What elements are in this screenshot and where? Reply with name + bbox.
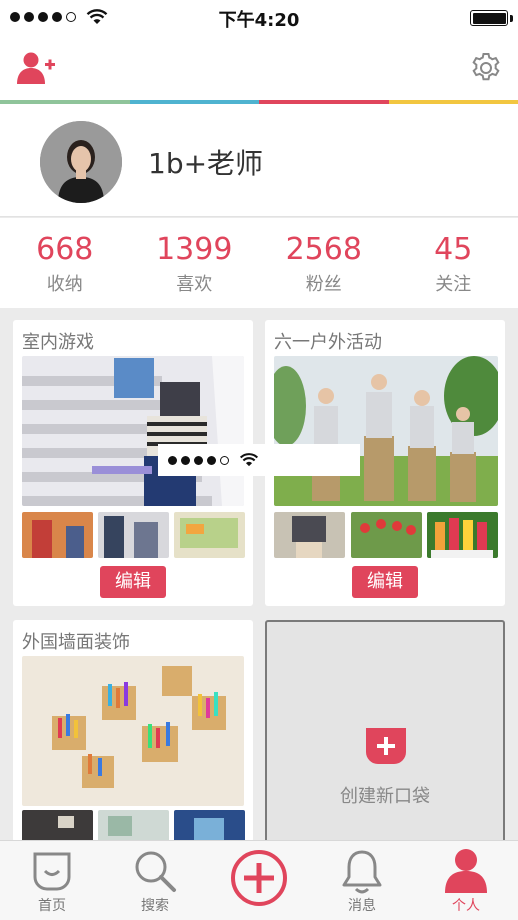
profile-section: 1b+老师 (0, 104, 518, 217)
person-icon (445, 849, 487, 893)
add-bag-icon (366, 728, 406, 764)
profile-page: 下午4:20 1b+老师 668 收纳 1399 喜欢 2568 粉丝 45 关… (0, 0, 518, 920)
stat-collections[interactable]: 668 收纳 (0, 218, 130, 308)
tab-messages[interactable]: 消息 (310, 841, 414, 920)
edit-button[interactable]: 编辑 (352, 566, 418, 598)
stat-likes[interactable]: 1399 喜欢 (130, 218, 260, 308)
stat-value: 2568 (285, 232, 362, 267)
board-cover-image[interactable] (22, 656, 244, 806)
add-user-icon[interactable] (16, 51, 56, 85)
board-title: 室内游戏 (22, 332, 94, 353)
board-cover-image[interactable] (274, 356, 498, 506)
board-thumbnail[interactable] (22, 512, 93, 558)
wifi-icon (239, 453, 259, 467)
board-cover-image[interactable] (22, 356, 244, 506)
create-new-bag-label: 创建新口袋 (340, 786, 430, 807)
stat-label: 粉丝 (305, 274, 342, 295)
stat-following[interactable]: 45 关注 (389, 218, 518, 308)
stat-label: 关注 (435, 274, 472, 295)
stat-value: 45 (434, 232, 473, 267)
board-thumbnail[interactable] (174, 512, 245, 558)
stat-followers[interactable]: 2568 粉丝 (259, 218, 389, 308)
board-thumbnail[interactable] (174, 810, 245, 842)
header (0, 36, 518, 100)
board-card[interactable]: 外国墙面装饰 (13, 620, 253, 842)
tab-home[interactable]: 首页 (0, 841, 104, 920)
username: 1b+老师 (148, 147, 264, 180)
status-bar: 下午4:20 (0, 0, 518, 36)
gear-icon[interactable] (470, 52, 502, 84)
tab-label: 个人 (452, 898, 480, 914)
tab-label: 搜索 (141, 898, 169, 914)
board-thumbnail[interactable] (351, 512, 422, 558)
board-title: 六一户外活动 (274, 332, 382, 353)
stats-bar: 668 收纳 1399 喜欢 2568 粉丝 45 关注 (0, 218, 518, 308)
board-thumbnail[interactable] (22, 810, 93, 842)
board-thumbnail[interactable] (274, 512, 345, 558)
battery-icon (470, 10, 508, 26)
board-thumbnail[interactable] (98, 512, 169, 558)
tab-search[interactable]: 搜索 (103, 841, 207, 920)
stat-value: 1399 (156, 232, 233, 267)
tab-bar: 首页 搜索 消息 个人 (0, 840, 518, 920)
board-title: 外国墙面装饰 (22, 632, 130, 653)
stat-label: 收纳 (46, 274, 83, 295)
tab-label: 消息 (348, 898, 376, 914)
tab-profile[interactable]: 个人 (414, 841, 518, 920)
signal-overlay (158, 444, 360, 476)
add-circle-icon (231, 850, 287, 906)
create-new-bag-button[interactable]: 创建新口袋 (265, 620, 505, 850)
board-thumbnail[interactable] (427, 512, 498, 558)
bell-icon (342, 850, 382, 894)
avatar[interactable] (40, 121, 122, 203)
board-thumbnail[interactable] (98, 810, 169, 842)
edit-button[interactable]: 编辑 (100, 566, 166, 598)
tab-label: 首页 (38, 898, 66, 914)
stat-label: 喜欢 (176, 274, 213, 295)
search-icon (135, 851, 176, 892)
status-time: 下午4:20 (218, 10, 300, 31)
stat-value: 668 (36, 232, 94, 267)
tab-add[interactable] (207, 841, 311, 920)
home-icon (33, 852, 71, 891)
